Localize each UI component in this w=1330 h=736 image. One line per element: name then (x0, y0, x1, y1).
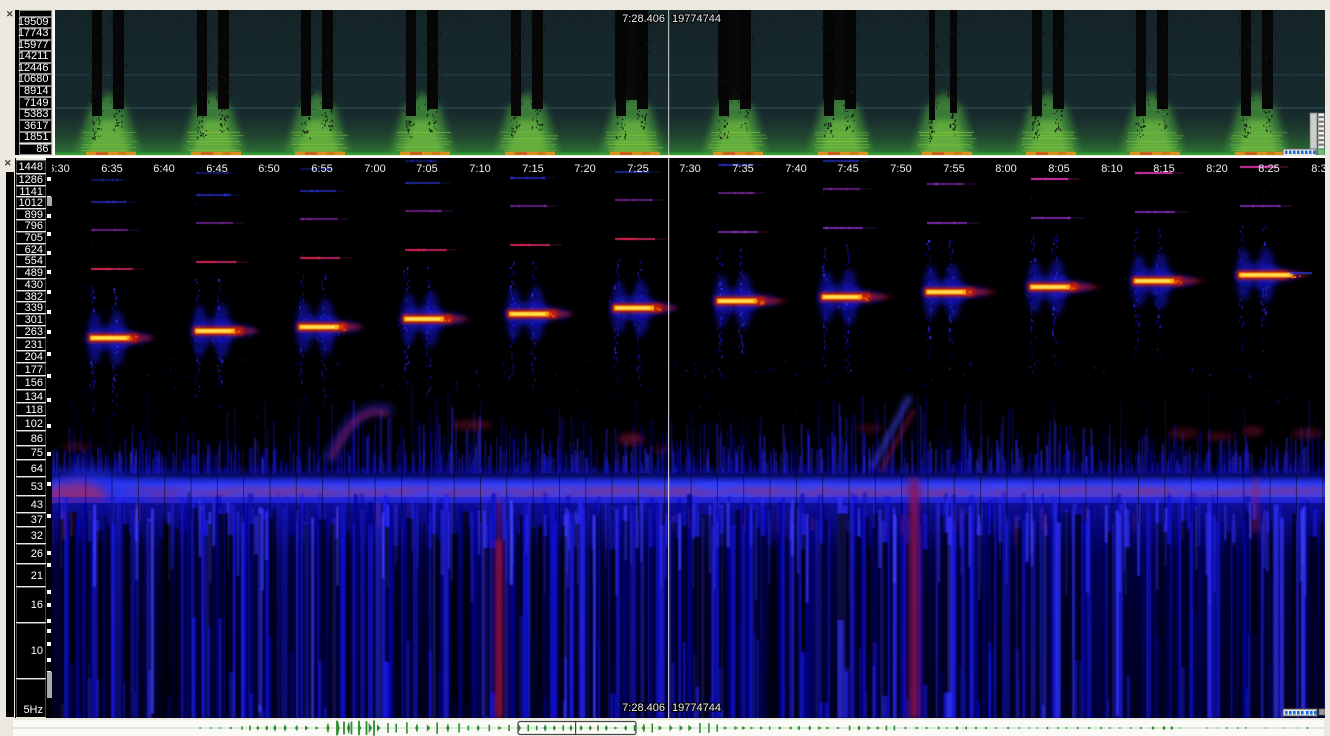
svg-text:7:15: 7:15 (522, 163, 543, 175)
svg-text:7:45: 7:45 (837, 163, 858, 175)
svg-text:7:40: 7:40 (785, 163, 806, 175)
svg-text:6:30: 6:30 (52, 163, 70, 175)
svg-text:7:55: 7:55 (943, 163, 964, 175)
svg-text:7:28.406: 7:28.406 (622, 702, 665, 714)
svg-text:8:30: 8:30 (1311, 163, 1325, 175)
svg-text:6:55: 6:55 (311, 163, 332, 175)
svg-text:7:28.406: 7:28.406 (622, 13, 665, 25)
svg-text:6:50: 6:50 (258, 163, 279, 175)
svg-text:19774744: 19774744 (672, 13, 721, 25)
svg-text:8:05: 8:05 (1048, 163, 1069, 175)
svg-text:7:00: 7:00 (364, 163, 385, 175)
svg-text:7:20: 7:20 (574, 163, 595, 175)
svg-text:8:00: 8:00 (995, 163, 1016, 175)
svg-text:7:25: 7:25 (627, 163, 648, 175)
svg-text:6:40: 6:40 (153, 163, 174, 175)
svg-text:19774744: 19774744 (672, 702, 721, 714)
svg-text:7:50: 7:50 (890, 163, 911, 175)
svg-text:6:35: 6:35 (101, 163, 122, 175)
svg-text:6:45: 6:45 (206, 163, 227, 175)
svg-text:8:25: 8:25 (1258, 163, 1279, 175)
svg-text:8:20: 8:20 (1206, 163, 1227, 175)
svg-text:7:10: 7:10 (469, 163, 490, 175)
svg-text:7:35: 7:35 (732, 163, 753, 175)
svg-text:8:10: 8:10 (1101, 163, 1122, 175)
svg-text:8:15: 8:15 (1153, 163, 1174, 175)
svg-text:7:30: 7:30 (679, 163, 700, 175)
svg-text:7:05: 7:05 (416, 163, 437, 175)
